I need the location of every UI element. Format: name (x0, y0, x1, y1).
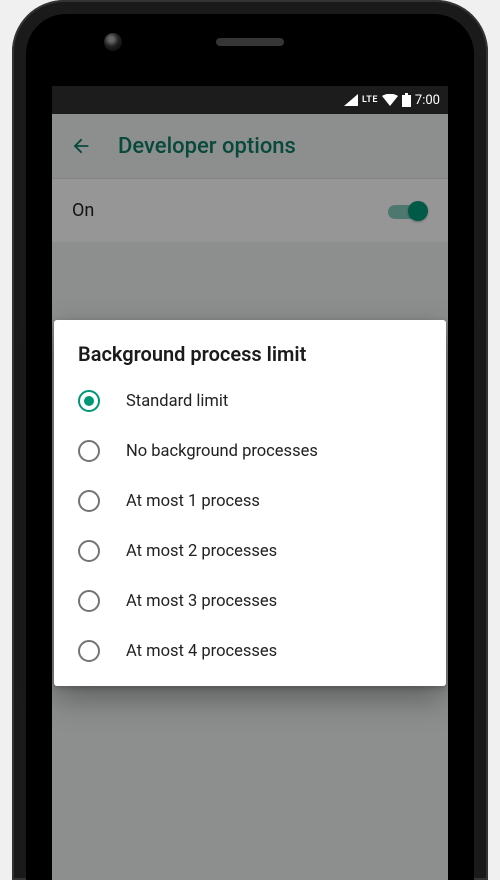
dialog-title: Background process limit (54, 342, 446, 376)
radio-icon (78, 590, 100, 612)
option-label: At most 4 processes (126, 642, 277, 661)
wifi-icon (382, 94, 398, 106)
option-label: Standard limit (126, 392, 228, 411)
status-bar: LTE 7:00 (52, 86, 448, 114)
back-icon[interactable] (70, 135, 92, 157)
radio-icon (78, 440, 100, 462)
option-at-most-4[interactable]: At most 4 processes (54, 626, 446, 676)
radio-icon (78, 490, 100, 512)
page-title: Developer options (118, 134, 296, 159)
master-toggle-label: On (72, 200, 94, 221)
network-label: LTE (362, 95, 378, 105)
option-standard-limit[interactable]: Standard limit (54, 376, 446, 426)
option-label: At most 1 process (126, 492, 260, 511)
radio-icon (78, 390, 100, 412)
process-limit-dialog: Background process limit Standard limit … (54, 320, 446, 686)
clock-text: 7:00 (415, 93, 440, 108)
option-at-most-2[interactable]: At most 2 processes (54, 526, 446, 576)
app-bar: Developer options (52, 114, 448, 178)
master-toggle-row[interactable]: On (52, 178, 448, 242)
radio-icon (78, 640, 100, 662)
radio-icon (78, 540, 100, 562)
option-label: At most 3 processes (126, 592, 277, 611)
phone-camera (104, 33, 122, 51)
battery-icon (402, 93, 411, 107)
option-label: At most 2 processes (126, 542, 277, 561)
option-at-most-1[interactable]: At most 1 process (54, 476, 446, 526)
option-at-most-3[interactable]: At most 3 processes (54, 576, 446, 626)
option-no-background[interactable]: No background processes (54, 426, 446, 476)
master-toggle-switch[interactable] (388, 199, 428, 223)
option-label: No background processes (126, 442, 318, 461)
phone-speaker (216, 38, 284, 46)
signal-icon (344, 94, 358, 106)
